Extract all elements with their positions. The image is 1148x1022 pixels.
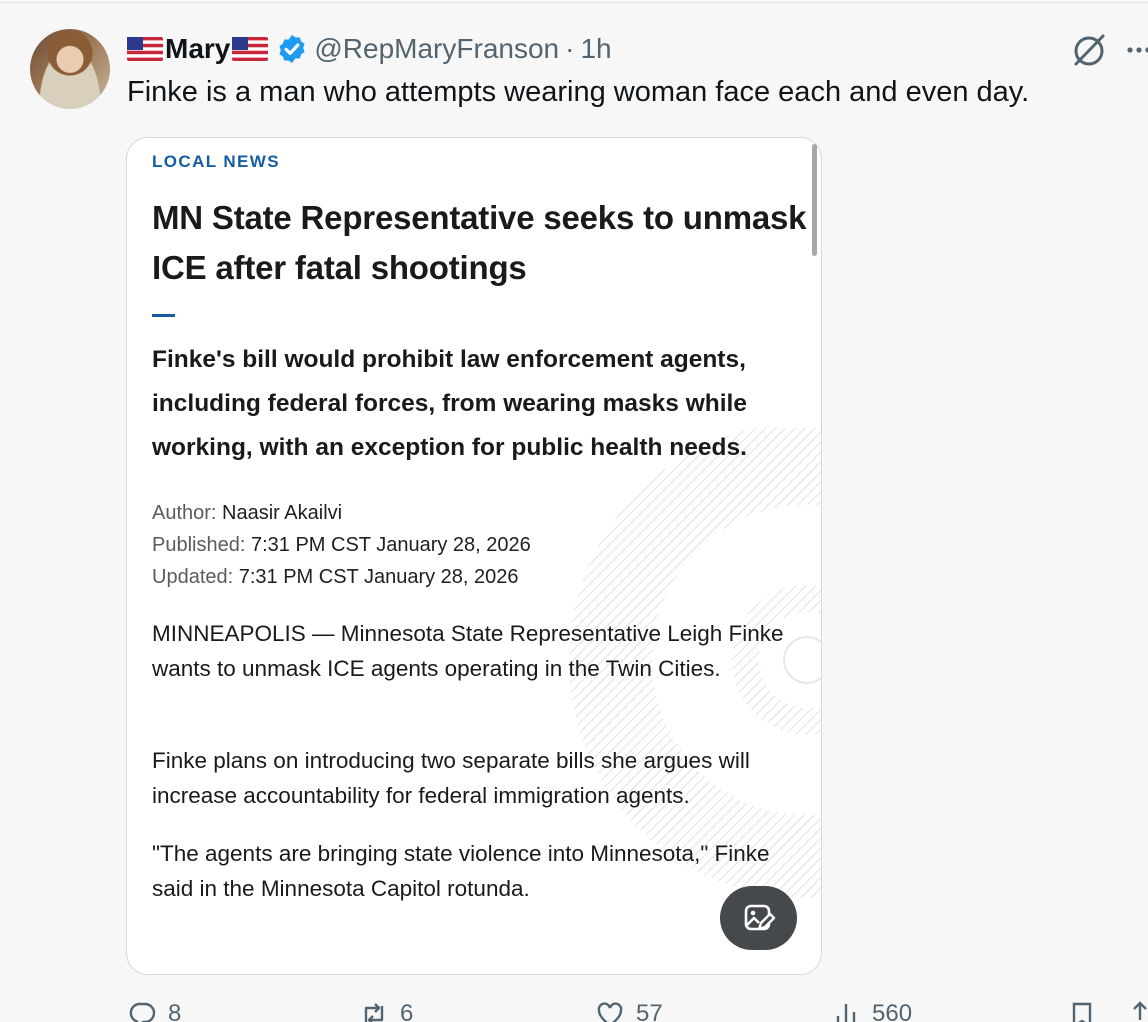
verified-badge-icon	[279, 35, 305, 63]
like-count: 57	[636, 1000, 663, 1022]
tweet-header: Mary @RepMaryFranson · 1h	[127, 30, 612, 68]
reply-count: 8	[168, 1000, 182, 1022]
like-icon	[597, 1002, 623, 1022]
alt-text-button[interactable]	[720, 886, 797, 950]
views-icon	[836, 1004, 856, 1022]
reply-icon	[129, 1002, 156, 1022]
published-line: Published: 7:31 PM CST January 28, 2026	[152, 534, 531, 557]
separator: ·	[565, 33, 575, 64]
reply-button[interactable]: 8	[128, 1000, 181, 1022]
more-icon[interactable]	[1124, 30, 1148, 70]
article-headline: MN State Representative seeks to unmask …	[152, 199, 807, 286]
article-paragraph: Finke plans on introducing two separate …	[152, 748, 750, 808]
updated-date: 7:31 PM CST January 28, 2026	[238, 566, 519, 588]
views-button[interactable]: 560	[832, 1000, 912, 1022]
article-image-card[interactable]: LOCAL NEWS MN State Representative seeks…	[126, 137, 822, 975]
share-icon	[1133, 1001, 1147, 1020]
author-name: Naasir Akailvi	[222, 502, 343, 524]
article-paragraph: MINNEAPOLIS — Minnesota State Representa…	[152, 621, 784, 681]
article-subheadline: Finke's bill would prohibit law enforcem…	[152, 346, 747, 461]
views-count: 560	[872, 1000, 913, 1022]
repost-count: 6	[400, 1000, 414, 1022]
repost-button[interactable]: 6	[360, 1000, 413, 1022]
share-button[interactable]	[1126, 1000, 1148, 1022]
published-date: 7:31 PM CST January 28, 2026	[250, 534, 531, 556]
avatar[interactable]	[30, 29, 110, 109]
author-line: Author: Naasir Akailvi	[152, 502, 342, 525]
section-label: LOCAL NEWS	[152, 152, 280, 171]
published-label: Published:	[152, 534, 246, 556]
timestamp[interactable]: 1h	[580, 33, 611, 65]
card-scrollbar[interactable]	[812, 144, 817, 256]
alt-text-icon	[744, 904, 775, 931]
like-button[interactable]: 57	[596, 1000, 663, 1022]
article-paragraph: "The agents are bringing state violence …	[152, 841, 770, 901]
accent-rule	[152, 314, 175, 317]
bookmark-icon	[1072, 1002, 1092, 1022]
tweet-actions: 8 6 57 560	[0, 1000, 1148, 1022]
handle[interactable]: @RepMaryFranson	[314, 33, 559, 65]
us-flag-icon	[232, 37, 269, 61]
display-name[interactable]: Mary	[165, 33, 230, 65]
updated-label: Updated:	[152, 566, 234, 588]
updated-line: Updated: 7:31 PM CST January 28, 2026	[152, 566, 519, 589]
tweet-text: Finke is a man who attempts wearing woma…	[127, 76, 1030, 108]
repost-icon	[364, 1003, 384, 1022]
grok-icon[interactable]	[1070, 30, 1110, 70]
us-flag-icon	[127, 37, 163, 61]
bookmark-button[interactable]	[1068, 1000, 1096, 1022]
author-label: Author:	[152, 502, 217, 524]
top-divider	[0, 2, 1148, 3]
